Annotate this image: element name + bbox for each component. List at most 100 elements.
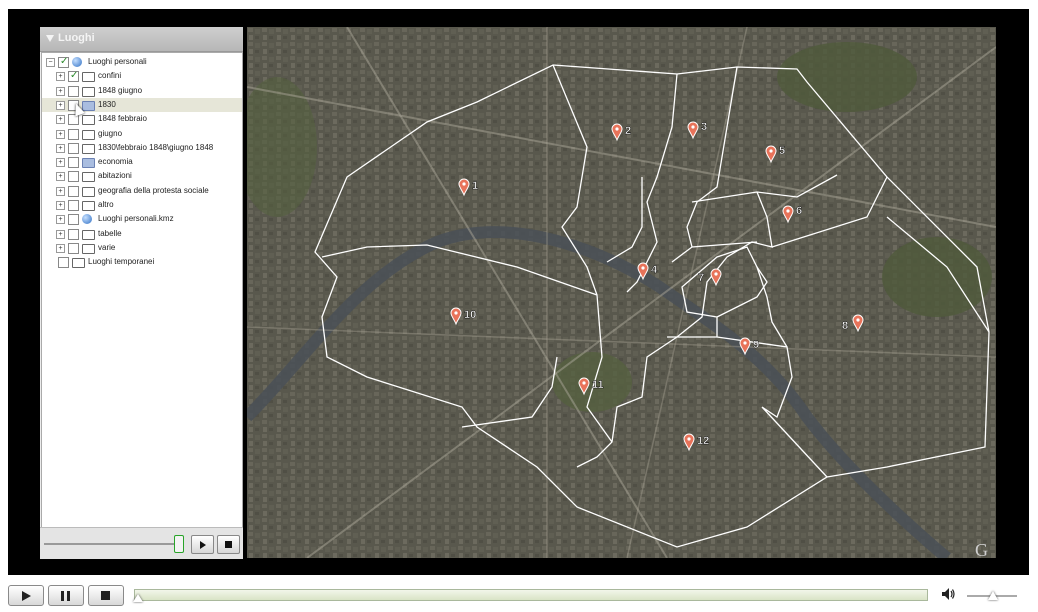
- tree-item[interactable]: + abitazioni: [42, 169, 242, 183]
- tree-item[interactable]: +1848 giugno: [42, 84, 242, 98]
- tree-item-label: confini: [98, 71, 122, 81]
- visibility-checkbox[interactable]: [68, 214, 79, 226]
- folder-icon: [82, 115, 95, 126]
- folder-icon: [82, 243, 95, 254]
- tree-item[interactable]: + Luoghi personali.kmz: [42, 212, 242, 226]
- tour-speed-slider-track[interactable]: [44, 543, 176, 545]
- tree-item-label: varie: [98, 242, 116, 252]
- globe-icon: [72, 57, 82, 67]
- expand-toggle-icon[interactable]: +: [56, 201, 65, 210]
- tree-item-label: Luoghi temporanei: [88, 257, 155, 267]
- tree-item[interactable]: + geografia della protesta sociale: [42, 184, 242, 198]
- tree-item-label: 1848 febbraio: [98, 114, 147, 124]
- globe-icon: [82, 214, 92, 225]
- video-player-controls: [0, 580, 1038, 612]
- folder-icon: [82, 86, 95, 97]
- placemark-label: 2: [625, 125, 631, 137]
- visibility-checkbox[interactable]: [68, 114, 79, 126]
- placemark-label: 7: [698, 272, 704, 284]
- placemark-label: 9: [753, 339, 759, 351]
- folder-icon: [82, 186, 95, 197]
- tree-item[interactable]: + giugno: [42, 127, 242, 141]
- expand-toggle-icon[interactable]: +: [56, 72, 65, 82]
- volume-slider-handle[interactable]: [988, 591, 998, 600]
- volume-icon[interactable]: [940, 586, 956, 602]
- folder-icon: [82, 100, 95, 111]
- visibility-checkbox[interactable]: [68, 228, 79, 240]
- visibility-checkbox[interactable]: [68, 157, 79, 169]
- pause-button[interactable]: [48, 585, 84, 606]
- folder-icon: [72, 258, 85, 269]
- placemark-label: 6: [796, 205, 802, 217]
- visibility-checkbox[interactable]: [68, 242, 79, 254]
- collapse-triangle-icon[interactable]: [46, 35, 54, 42]
- expand-toggle-icon[interactable]: +: [56, 243, 65, 253]
- places-panel-title: Luoghi: [58, 32, 95, 44]
- visibility-checkbox[interactable]: [68, 128, 79, 140]
- tree-item[interactable]: + confini: [42, 69, 242, 83]
- stop-button[interactable]: [88, 585, 124, 606]
- tree-item[interactable]: − Luoghi personali: [42, 55, 242, 69]
- expand-toggle-icon[interactable]: +: [56, 86, 65, 96]
- tree-item[interactable]: +1830\febbraio 1848\giugno 1848: [42, 141, 242, 155]
- tree-item-label: 1830\febbraio 1848\giugno 1848: [98, 142, 214, 152]
- tour-controls: [40, 527, 243, 559]
- expand-toggle-icon[interactable]: [46, 258, 53, 265]
- expand-toggle-icon[interactable]: +: [56, 158, 65, 168]
- tree-item[interactable]: Luoghi temporanei: [42, 255, 242, 269]
- expand-toggle-icon[interactable]: +: [56, 143, 65, 153]
- folder-icon: [82, 172, 95, 183]
- visibility-checkbox[interactable]: [68, 171, 79, 183]
- visibility-checkbox[interactable]: [68, 185, 79, 197]
- stop-tour-button[interactable]: [217, 535, 240, 554]
- folder-icon: [82, 72, 95, 83]
- folder-icon: [82, 229, 95, 240]
- visibility-checkbox[interactable]: [68, 85, 79, 97]
- visibility-checkbox[interactable]: [58, 55, 69, 69]
- play-icon: [200, 541, 206, 549]
- tree-item-label: altro: [98, 200, 114, 209]
- progress-handle[interactable]: [133, 594, 143, 602]
- expand-toggle-icon[interactable]: +: [56, 215, 65, 225]
- play-tour-button[interactable]: [191, 535, 214, 554]
- map-svg[interactable]: 12 3456789101112: [247, 27, 996, 558]
- progress-bar[interactable]: [134, 589, 928, 601]
- tree-item-label: 1830: [98, 99, 116, 109]
- play-button[interactable]: [8, 585, 44, 606]
- expand-toggle-icon[interactable]: −: [46, 58, 55, 67]
- placemark-label: 1: [472, 180, 478, 192]
- tree-item-label: abitazioni: [98, 171, 132, 181]
- satellite-map[interactable]: 1 2 3 4 5 6 7 8 9 10 11 12: [247, 27, 996, 558]
- tree-item-label: giugno: [98, 128, 123, 138]
- tree-item-label: economia: [98, 157, 133, 167]
- places-panel-header[interactable]: Luoghi: [40, 27, 243, 52]
- placemark-label: 5: [779, 145, 785, 157]
- tree-item[interactable]: + altro: [42, 198, 242, 212]
- placemark-label: 8: [842, 320, 848, 332]
- tour-speed-slider-handle[interactable]: [174, 535, 184, 553]
- visibility-checkbox[interactable]: [68, 200, 79, 211]
- tree-item[interactable]: + economia: [42, 155, 242, 169]
- expand-toggle-icon[interactable]: +: [56, 172, 65, 182]
- folder-icon: [82, 129, 95, 140]
- visibility-checkbox[interactable]: [68, 142, 79, 154]
- stop-icon: [225, 541, 232, 548]
- expand-toggle-icon[interactable]: +: [56, 186, 65, 196]
- expand-toggle-icon[interactable]: +: [56, 229, 65, 239]
- tree-item[interactable]: + varie: [42, 241, 242, 255]
- tree-item-label: geografia della protesta sociale: [98, 185, 209, 195]
- tree-item[interactable]: + tabelle: [42, 227, 242, 241]
- expand-toggle-icon[interactable]: +: [56, 100, 65, 110]
- tree-item[interactable]: +1848 febbraio: [42, 112, 242, 126]
- google-earth-watermark: G: [975, 540, 988, 560]
- visibility-checkbox[interactable]: [68, 69, 79, 83]
- pause-icon: [61, 591, 64, 601]
- park-area: [882, 237, 992, 317]
- visibility-checkbox[interactable]: [58, 257, 69, 269]
- stop-icon: [101, 591, 110, 600]
- folder-icon: [82, 158, 95, 169]
- expand-toggle-icon[interactable]: +: [56, 115, 65, 125]
- play-icon: [22, 591, 31, 601]
- expand-toggle-icon[interactable]: +: [56, 129, 65, 139]
- tree-item-label: Luoghi personali: [88, 57, 147, 66]
